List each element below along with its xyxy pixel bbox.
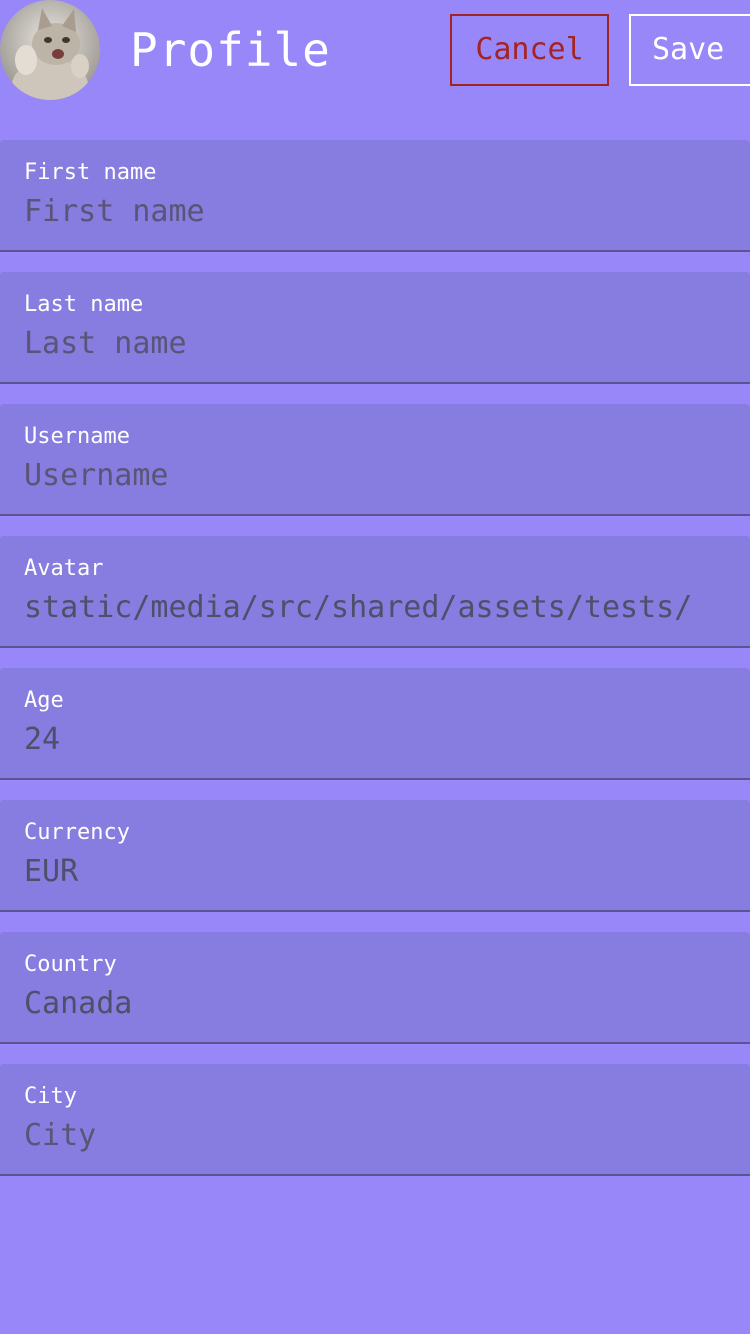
field-label: Last name bbox=[24, 292, 144, 317]
username-field: Username bbox=[0, 404, 750, 516]
last-name-field: Last name bbox=[0, 272, 750, 384]
avatar-input[interactable] bbox=[24, 588, 726, 628]
age-input[interactable] bbox=[24, 720, 726, 760]
field-label: Age bbox=[24, 688, 64, 713]
currency-field: Currency bbox=[0, 800, 750, 912]
field-label: Currency bbox=[24, 820, 130, 845]
cancel-button[interactable]: Cancel bbox=[450, 14, 609, 86]
page-title: Profile bbox=[130, 23, 331, 77]
country-input[interactable] bbox=[24, 984, 726, 1024]
field-label: Username bbox=[24, 424, 130, 449]
age-field: Age bbox=[0, 668, 750, 780]
first-name-field: First name bbox=[0, 140, 750, 252]
last-name-input[interactable] bbox=[24, 324, 726, 364]
currency-input[interactable] bbox=[24, 852, 726, 892]
cat-avatar-icon bbox=[0, 0, 100, 100]
save-button[interactable]: Save bbox=[629, 14, 750, 86]
city-field: City bbox=[0, 1064, 750, 1176]
field-label: First name bbox=[24, 160, 157, 185]
field-label: Country bbox=[24, 952, 117, 977]
username-input[interactable] bbox=[24, 456, 726, 496]
first-name-input[interactable] bbox=[24, 192, 726, 232]
avatar-field: Avatar bbox=[0, 536, 750, 648]
country-field: Country bbox=[0, 932, 750, 1044]
field-label: City bbox=[24, 1084, 77, 1109]
avatar bbox=[0, 0, 100, 100]
profile-header: Profile Cancel Save bbox=[0, 0, 750, 100]
city-input[interactable] bbox=[24, 1116, 726, 1156]
field-label: Avatar bbox=[24, 556, 104, 581]
